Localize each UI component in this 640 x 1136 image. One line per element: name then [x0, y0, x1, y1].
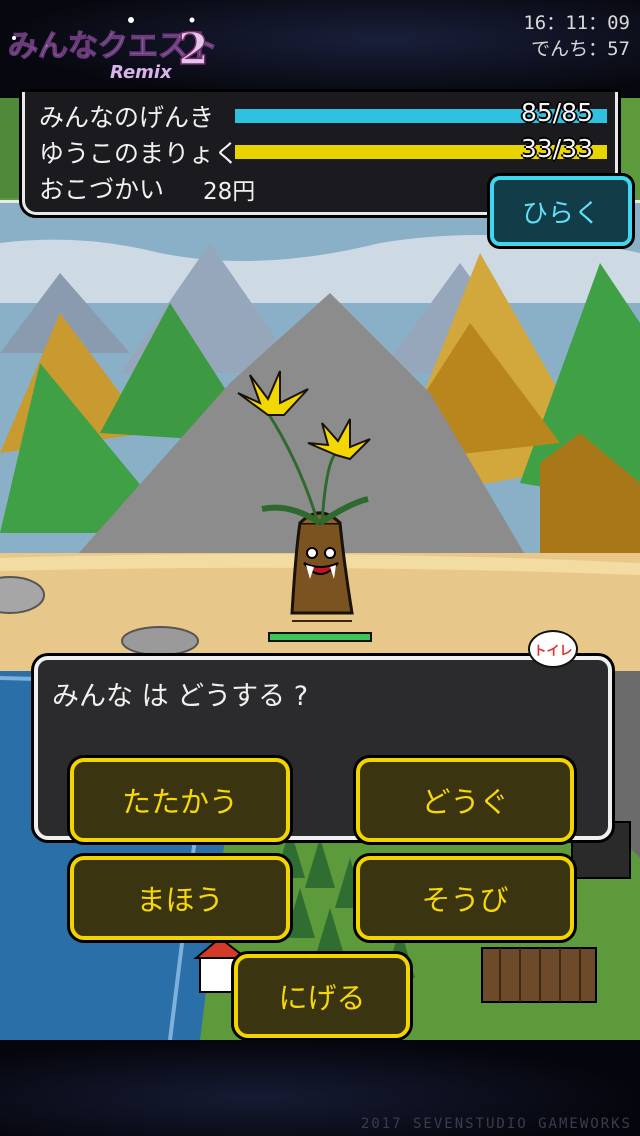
- battle-scene: [0, 200, 640, 671]
- battery-level: でんち：57: [531, 38, 630, 60]
- battle-message: みんな は どうする ?: [52, 681, 309, 712]
- money-label: おこづかい: [39, 175, 165, 204]
- hp-value: 85/85: [520, 98, 593, 127]
- top-bar: みんなクエスト 2 Remix 16：11：09 でんち：57: [0, 0, 640, 98]
- enemy-hp-bar: [270, 634, 370, 640]
- game-logo: みんなクエスト 2 Remix: [7, 17, 216, 83]
- open-menu-button[interactable]: ひらく: [490, 176, 632, 246]
- mp-value: 33/33: [520, 134, 593, 163]
- run-button[interactable]: にげる: [234, 954, 410, 1038]
- copyright-text: 2017 SEVENSTUDIO GAMEWORKS: [360, 1116, 632, 1132]
- clock-readout: 16：11：09 でんち：57: [523, 10, 630, 62]
- mp-label: ゆうこのまりょく: [39, 139, 240, 168]
- hp-label: みんなのげんき: [39, 103, 215, 132]
- money-value: 28円: [203, 179, 256, 205]
- svg-text:Remix: Remix: [110, 62, 173, 83]
- magic-button[interactable]: まほう: [70, 856, 290, 940]
- item-button[interactable]: どうぐ: [356, 758, 574, 842]
- svg-text:2: 2: [178, 24, 209, 75]
- fight-button[interactable]: たたかう: [70, 758, 290, 842]
- clock-time: 16：11：09: [523, 12, 630, 34]
- bottom-bar: 2017 SEVENSTUDIO GAMEWORKS: [0, 1040, 640, 1136]
- toilet-bubble-button[interactable]: トイレ: [528, 630, 578, 668]
- equip-button[interactable]: そうび: [356, 856, 574, 940]
